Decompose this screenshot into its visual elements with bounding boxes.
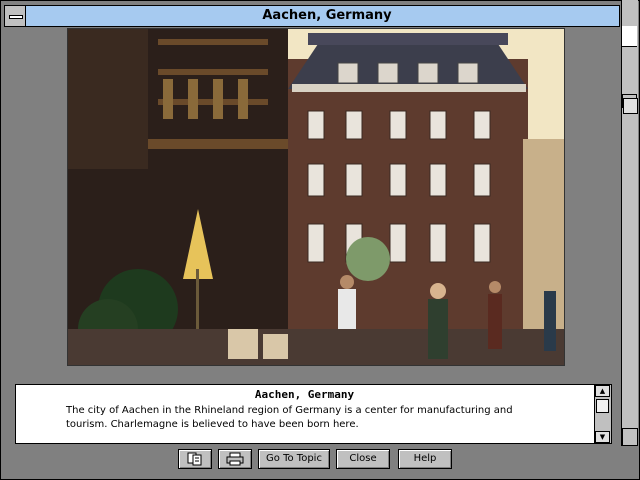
aachen-photo (67, 28, 565, 366)
caption-title: Aachen, Germany (254, 388, 355, 401)
caption-panel: Aachen, Germany The city of Aachen in th… (15, 384, 612, 444)
copy-icon (187, 452, 202, 466)
system-menu-button[interactable] (4, 5, 26, 27)
go-to-topic-button[interactable]: Go To Topic (258, 449, 330, 469)
caption-scroll-up-arrow[interactable]: ▲ (595, 385, 610, 397)
background-scroll-top (622, 26, 637, 47)
caption-text: The city of Aachen in the Rhineland regi… (66, 405, 513, 430)
close-button[interactable]: Close (336, 449, 390, 469)
button-bar: Go To Topic Close Help (4, 446, 620, 474)
caption-scrollbar[interactable]: ▲ ▼ (594, 385, 611, 443)
caption-scroll-down-arrow[interactable]: ▼ (595, 431, 610, 443)
corner-box (622, 428, 638, 446)
background-scrollbar[interactable]: ▲ ▼ (621, 0, 638, 446)
help-button[interactable]: Help (398, 449, 452, 469)
caption-scroll-thumb[interactable] (596, 399, 609, 413)
background-scroll-thumb[interactable] (623, 98, 638, 114)
system-menu-bar-icon (9, 15, 23, 19)
print-button[interactable] (218, 449, 252, 469)
copy-button[interactable] (178, 449, 212, 469)
title-bar: Aachen, Germany (4, 5, 620, 27)
window-title: Aachen, Germany (262, 8, 392, 23)
printer-icon (226, 452, 244, 466)
